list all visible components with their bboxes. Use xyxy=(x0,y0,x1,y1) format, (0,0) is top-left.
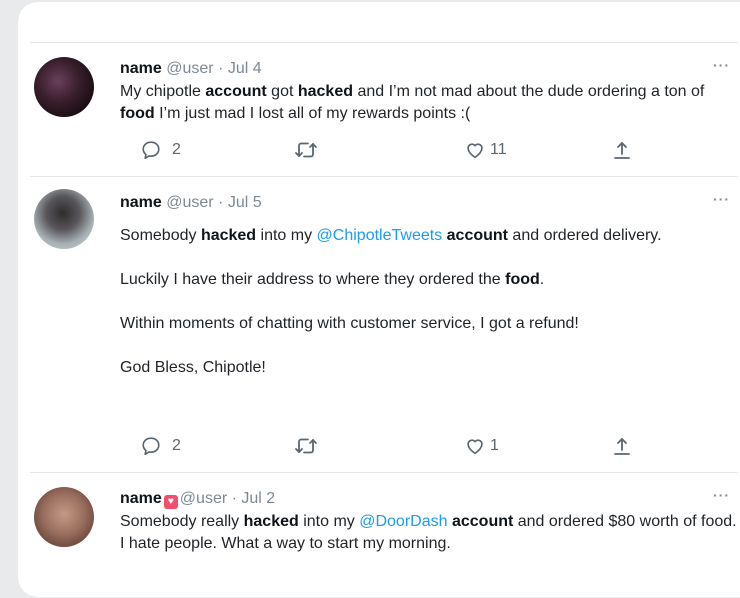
tweet-text: Somebody really hacked into my @DoorDash… xyxy=(120,511,738,555)
meta-separator: · xyxy=(213,60,228,77)
text-run: and ordered delivery. xyxy=(507,227,662,244)
reply-icon xyxy=(140,435,162,457)
author-name[interactable]: name xyxy=(120,490,162,507)
meta-separator: · xyxy=(227,490,242,507)
author-handle[interactable]: @user xyxy=(166,194,213,211)
tweet-feed-card: name @user · Jul 4 ··· My chipotle accou… xyxy=(18,2,740,597)
tweet-paragraph: Within moments of chatting with customer… xyxy=(120,313,738,335)
tweet-date[interactable]: Jul 4 xyxy=(228,60,262,77)
text-run: I’m just mad I lost all of my rewards po… xyxy=(154,105,471,122)
tweet-paragraph: Luckily I have their address to where th… xyxy=(120,269,738,291)
tweet-2[interactable]: name @user · Jul 5 ··· Somebody hacked i… xyxy=(30,176,738,473)
author-name[interactable]: name xyxy=(120,194,162,211)
tweet-date[interactable]: Jul 2 xyxy=(241,490,275,507)
highlighted-keyword: account xyxy=(205,83,267,100)
text-run: and I’m not mad about the dude ordering … xyxy=(353,83,705,100)
tweet-text: Somebody hacked into my @ChipotleTweets … xyxy=(120,225,738,379)
tweet-actions: 2 1 xyxy=(30,435,738,457)
like-count: 11 xyxy=(490,141,507,158)
tweet-3[interactable]: name ♥ @user · Jul 2 ··· Somebody really h… xyxy=(30,472,738,598)
more-options-icon[interactable]: ··· xyxy=(713,55,730,75)
meta-separator: · xyxy=(213,194,228,211)
text-run: Luckily I have their address to where th… xyxy=(120,271,506,288)
text-run: Somebody xyxy=(120,227,201,244)
highlighted-keyword: hacked xyxy=(243,513,299,530)
highlighted-keyword: food xyxy=(505,271,540,288)
text-run: My chipotle xyxy=(120,83,206,100)
text-run: God Bless, Chipotle! xyxy=(120,359,266,376)
mention-link[interactable]: @DoorDash xyxy=(359,513,447,530)
reply-button[interactable]: 2 xyxy=(140,139,181,161)
like-icon xyxy=(464,435,486,457)
tweet-header: name ♥ @user · Jul 2 ··· xyxy=(120,487,738,509)
heart-badge-icon: ♥ xyxy=(163,495,178,509)
reply-count: 2 xyxy=(172,141,181,158)
text-run: Somebody really xyxy=(120,513,244,530)
tweet-1[interactable]: name @user · Jul 4 ··· My chipotle accou… xyxy=(30,42,738,177)
tweet-date[interactable]: Jul 5 xyxy=(228,194,262,211)
share-icon xyxy=(612,139,632,161)
author-handle[interactable]: @user xyxy=(166,60,213,77)
author-name[interactable]: name xyxy=(120,60,162,77)
text-run: into my xyxy=(298,513,360,530)
avatar[interactable] xyxy=(34,487,94,547)
share-button[interactable] xyxy=(612,139,632,161)
highlighted-keyword: account xyxy=(451,513,514,530)
mention-link[interactable]: @ChipotleTweets xyxy=(317,227,443,244)
more-options-icon[interactable]: ··· xyxy=(713,485,730,505)
highlighted-keyword: hacked xyxy=(200,227,257,244)
reply-button[interactable]: 2 xyxy=(140,435,181,457)
like-icon xyxy=(464,139,486,161)
text-run: got xyxy=(266,83,298,100)
more-options-icon[interactable]: ··· xyxy=(713,189,730,209)
highlighted-keyword: account xyxy=(446,227,508,244)
tweet-actions: 2 11 xyxy=(30,139,738,161)
retweet-icon xyxy=(294,435,318,457)
highlighted-keyword: hacked xyxy=(297,83,353,100)
highlighted-keyword: food xyxy=(120,105,155,122)
retweet-icon xyxy=(294,139,318,161)
reply-icon xyxy=(140,139,162,161)
retweet-button[interactable] xyxy=(294,435,328,457)
avatar[interactable] xyxy=(34,57,94,117)
reply-count: 2 xyxy=(172,437,181,454)
avatar[interactable] xyxy=(34,189,94,249)
text-run: into my xyxy=(256,227,317,244)
like-button[interactable]: 1 xyxy=(464,435,499,457)
text-run: . xyxy=(539,271,545,288)
like-count: 1 xyxy=(490,437,499,454)
tweet-header: name @user · Jul 5 ··· xyxy=(120,191,738,213)
author-handle[interactable]: @user xyxy=(180,490,227,507)
tweet-header: name @user · Jul 4 ··· xyxy=(120,57,738,79)
tweet-paragraph: Somebody hacked into my @ChipotleTweets … xyxy=(120,225,738,247)
like-button[interactable]: 11 xyxy=(464,139,507,161)
retweet-button[interactable] xyxy=(294,139,328,161)
tweet-paragraph: God Bless, Chipotle! xyxy=(120,357,738,379)
text-run: Within moments of chatting with customer… xyxy=(120,315,579,332)
tweet-text: My chipotle account got hacked and I’m n… xyxy=(120,81,738,125)
share-icon xyxy=(612,435,632,457)
share-button[interactable] xyxy=(612,435,632,457)
